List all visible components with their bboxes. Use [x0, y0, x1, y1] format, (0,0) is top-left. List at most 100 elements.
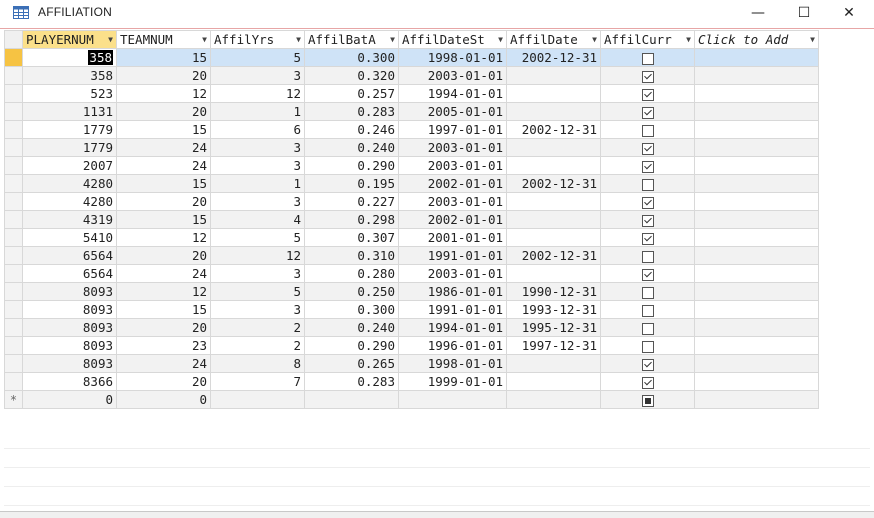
cell-affilcurr[interactable]: [600, 156, 695, 175]
cell-teamnum[interactable]: 15: [116, 48, 211, 67]
table-row[interactable]: 2007 24 3 0.290 2003-01-01: [4, 156, 819, 175]
cell-affildate[interactable]: [506, 102, 601, 121]
record-selector[interactable]: [4, 300, 23, 319]
record-selector[interactable]: [4, 102, 23, 121]
dropdown-arrow-icon[interactable]: ▼: [108, 32, 113, 48]
cell-affilcurr[interactable]: [600, 372, 695, 391]
cell-affildate[interactable]: [506, 354, 601, 373]
cell-affilcurr[interactable]: [600, 174, 695, 193]
select-all-corner[interactable]: [4, 30, 23, 49]
cell-click-to-add[interactable]: [694, 138, 819, 157]
column-header-teamnum[interactable]: TEAMNUM ▼: [116, 30, 211, 49]
record-selector[interactable]: [4, 264, 23, 283]
cell-affildatest[interactable]: 2005-01-01: [398, 102, 507, 121]
record-selector[interactable]: [4, 156, 23, 175]
cell-affildatest[interactable]: 2002-01-01: [398, 174, 507, 193]
cell-click-to-add[interactable]: [694, 228, 819, 247]
checkbox[interactable]: [641, 178, 654, 191]
record-selector[interactable]: [4, 66, 23, 85]
cell-affilbata[interactable]: 0.195: [304, 174, 399, 193]
record-selector[interactable]: [4, 372, 23, 391]
cell-click-to-add[interactable]: [694, 192, 819, 211]
close-button[interactable]: ✕: [826, 0, 872, 26]
cell-affildate[interactable]: [506, 138, 601, 157]
cell-affilyrs[interactable]: 6: [210, 120, 305, 139]
cell-teamnum[interactable]: 15: [116, 174, 211, 193]
record-selector[interactable]: [4, 336, 23, 355]
cell-affilyrs[interactable]: 3: [210, 138, 305, 157]
cell-affilcurr[interactable]: [600, 282, 695, 301]
cell-click-to-add[interactable]: [694, 102, 819, 121]
minimize-button[interactable]: —: [735, 0, 781, 26]
record-selector[interactable]: [4, 282, 23, 301]
table-row[interactable]: 4280 15 1 0.195 2002-01-01 2002-12-31: [4, 174, 819, 193]
checkbox[interactable]: [641, 268, 654, 281]
cell-teamnum[interactable]: 20: [116, 372, 211, 391]
cell-playernum[interactable]: 8093: [22, 300, 117, 319]
cell-click-to-add[interactable]: [694, 354, 819, 373]
cell-affilyrs[interactable]: 3: [210, 300, 305, 319]
column-header-playernum[interactable]: PLAYERNUM ▼: [22, 30, 117, 49]
cell-affilyrs[interactable]: 3: [210, 66, 305, 85]
maximize-button[interactable]: ☐: [781, 0, 827, 26]
table-row[interactable]: 8366 20 7 0.283 1999-01-01: [4, 372, 819, 391]
dropdown-arrow-icon[interactable]: ▼: [592, 32, 597, 48]
cell-teamnum[interactable]: 12: [116, 282, 211, 301]
cell-teamnum[interactable]: 24: [116, 354, 211, 373]
table-row[interactable]: 358 20 3 0.320 2003-01-01: [4, 66, 819, 85]
cell-affilbata[interactable]: 0.250: [304, 282, 399, 301]
table-row[interactable]: 5410 12 5 0.307 2001-01-01: [4, 228, 819, 247]
cell-affilyrs[interactable]: 12: [210, 246, 305, 265]
cell-click-to-add[interactable]: [694, 66, 819, 85]
cell-affilyrs[interactable]: 1: [210, 174, 305, 193]
cell-affilcurr[interactable]: [600, 192, 695, 211]
cell-teamnum[interactable]: 0: [116, 390, 211, 409]
cell-affildate[interactable]: [506, 228, 601, 247]
cell-click-to-add[interactable]: [694, 390, 819, 409]
cell-affildatest[interactable]: 1998-01-01: [398, 48, 507, 67]
record-selector[interactable]: [4, 120, 23, 139]
cell-affilcurr[interactable]: [600, 228, 695, 247]
cell-click-to-add[interactable]: [694, 372, 819, 391]
cell-affilyrs[interactable]: 3: [210, 156, 305, 175]
cell-playernum[interactable]: 358: [22, 66, 117, 85]
cell-affildatest[interactable]: 2003-01-01: [398, 156, 507, 175]
dropdown-arrow-icon[interactable]: ▼: [390, 32, 395, 48]
cell-affilcurr[interactable]: [600, 210, 695, 229]
cell-affildatest[interactable]: 2003-01-01: [398, 66, 507, 85]
cell-affilcurr[interactable]: [600, 120, 695, 139]
cell-affilbata[interactable]: 0.298: [304, 210, 399, 229]
cell-playernum[interactable]: 8093: [22, 318, 117, 337]
cell-affildatest[interactable]: 2002-01-01: [398, 210, 507, 229]
cell-playernum[interactable]: 8366: [22, 372, 117, 391]
table-row[interactable]: 8093 24 8 0.265 1998-01-01: [4, 354, 819, 373]
cell-playernum[interactable]: 8093: [22, 354, 117, 373]
cell-affilbata[interactable]: 0.265: [304, 354, 399, 373]
cell-affildate[interactable]: 2002-12-31: [506, 120, 601, 139]
cell-playernum[interactable]: 6564: [22, 246, 117, 265]
record-selector[interactable]: [4, 228, 23, 247]
cell-playernum[interactable]: 1131: [22, 102, 117, 121]
checkbox[interactable]: [641, 250, 654, 263]
column-header-affilcurr[interactable]: AffilCurr ▼: [600, 30, 695, 49]
table-row[interactable]: 6564 24 3 0.280 2003-01-01: [4, 264, 819, 283]
cell-teamnum[interactable]: 20: [116, 66, 211, 85]
cell-playernum[interactable]: 1779: [22, 138, 117, 157]
checkbox[interactable]: [641, 358, 654, 371]
cell-affildate[interactable]: 1993-12-31: [506, 300, 601, 319]
cell-affilyrs[interactable]: 7: [210, 372, 305, 391]
cell-affildatest[interactable]: 2003-01-01: [398, 138, 507, 157]
cell-affilyrs[interactable]: 2: [210, 318, 305, 337]
cell-playernum[interactable]: 4280: [22, 174, 117, 193]
cell-affilbata[interactable]: [304, 390, 399, 409]
table-row[interactable]: 8093 23 2 0.290 1996-01-01 1997-12-31: [4, 336, 819, 355]
record-selector[interactable]: [4, 318, 23, 337]
dropdown-arrow-icon[interactable]: ▼: [202, 32, 207, 48]
table-row[interactable]: 1779 15 6 0.246 1997-01-01 2002-12-31: [4, 120, 819, 139]
cell-affildate[interactable]: [506, 156, 601, 175]
cell-teamnum[interactable]: 24: [116, 156, 211, 175]
cell-affilcurr[interactable]: [600, 318, 695, 337]
table-row[interactable]: 358 15 5 0.300 1998-01-01 2002-12-31: [4, 48, 819, 67]
cell-affildatest[interactable]: 2003-01-01: [398, 192, 507, 211]
record-selector[interactable]: [4, 210, 23, 229]
